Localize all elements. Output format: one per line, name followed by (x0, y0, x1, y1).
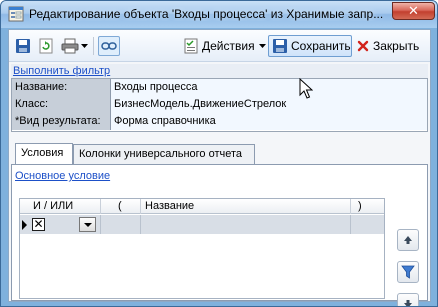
header-separator (100, 199, 101, 214)
save-button-content[interactable]: Сохранить (272, 37, 351, 55)
toolbar: Действия Сохранить Закрыть (9, 30, 430, 62)
window-close-button[interactable]: ✕ (392, 2, 435, 20)
row-indicator-icon (22, 220, 27, 230)
link-button[interactable] (98, 36, 120, 56)
filter-button[interactable] (397, 261, 419, 283)
row-checkbox[interactable]: ✕ (32, 218, 45, 231)
properties-grid: Название: Входы процесса Класс: БизнесМо… (11, 78, 428, 132)
property-row: Название: Входы процесса (12, 79, 427, 96)
close-icon: ✕ (408, 3, 419, 19)
printer-icon (61, 38, 79, 54)
property-row: Класс: БизнесМодель.ДвижениеСтрелок (12, 96, 427, 113)
chevron-down-icon (81, 44, 88, 48)
arrow-down-icon (404, 300, 412, 306)
dialog-window: Редактирование объекта 'Входы процесса' … (0, 0, 438, 307)
property-name: Название: (12, 79, 111, 96)
conditions-grid: И / ИЛИ ( Название ) ✕ (19, 198, 385, 299)
red-x-icon (357, 40, 369, 52)
floppy-disk-icon (16, 39, 30, 53)
filter-row: Выполнить фильтр (11, 64, 428, 78)
column-header-close-paren[interactable]: ) (358, 200, 362, 212)
table-row[interactable]: ✕ (20, 215, 384, 234)
close-button[interactable]: Закрыть (357, 37, 419, 55)
tab-report-columns[interactable]: Колонки универсального отчета (73, 144, 255, 164)
save-icon-button[interactable] (15, 37, 31, 55)
actions-label: Действия (202, 39, 255, 53)
mouse-cursor-icon (299, 78, 313, 99)
refresh-button[interactable] (39, 37, 53, 55)
move-up-button[interactable] (397, 229, 419, 251)
cell-separator (350, 215, 351, 234)
grid-header: И / ИЛИ ( Название ) (20, 199, 384, 214)
move-down-button[interactable] (397, 293, 419, 306)
column-header-name[interactable]: Название (145, 200, 194, 212)
title-bar[interactable]: Редактирование объекта 'Входы процесса' … (1, 1, 437, 28)
form-icon (8, 6, 24, 22)
window-title: Редактирование объекта 'Входы процесса' … (29, 7, 384, 21)
conditions-panel: Основное условие И / ИЛИ ( Название ) ✕ (11, 164, 428, 306)
save-label: Сохранить (291, 39, 351, 53)
actions-button[interactable]: Действия (183, 37, 266, 55)
tab-conditions[interactable]: Условия (15, 143, 73, 164)
property-value[interactable]: Входы процесса (111, 79, 427, 96)
property-name: *Вид результата: (12, 113, 111, 130)
close-label: Закрыть (373, 39, 420, 53)
property-value[interactable]: БизнесМодель.ДвижениеСтрелок (111, 96, 427, 113)
property-row: *Вид результата: Форма справочника (12, 113, 427, 130)
arrow-up-icon (404, 236, 412, 244)
header-separator (350, 199, 351, 214)
main-condition-link[interactable]: Основное условие (15, 170, 110, 182)
chevron-down-icon (258, 44, 266, 48)
column-header-open-paren[interactable]: ( (118, 200, 122, 212)
run-filter-link[interactable]: Выполнить фильтр (13, 65, 110, 77)
and-or-dropdown[interactable] (79, 217, 96, 232)
header-separator (140, 199, 141, 214)
funnel-icon (401, 265, 415, 279)
checklist-icon (184, 38, 198, 54)
toolbar-separator (93, 37, 94, 55)
property-name: Класс: (12, 96, 111, 113)
cell-separator (100, 215, 101, 234)
cell-separator (140, 215, 141, 234)
link-icon (101, 42, 117, 50)
print-button[interactable] (61, 37, 88, 55)
floppy-disk-icon (273, 39, 287, 53)
property-value[interactable]: Форма справочника (111, 113, 427, 130)
client-area: Действия Сохранить Закрыть Выполнить фил… (8, 29, 431, 306)
refresh-icon (39, 38, 53, 54)
column-header-and-or[interactable]: И / ИЛИ (33, 200, 73, 212)
